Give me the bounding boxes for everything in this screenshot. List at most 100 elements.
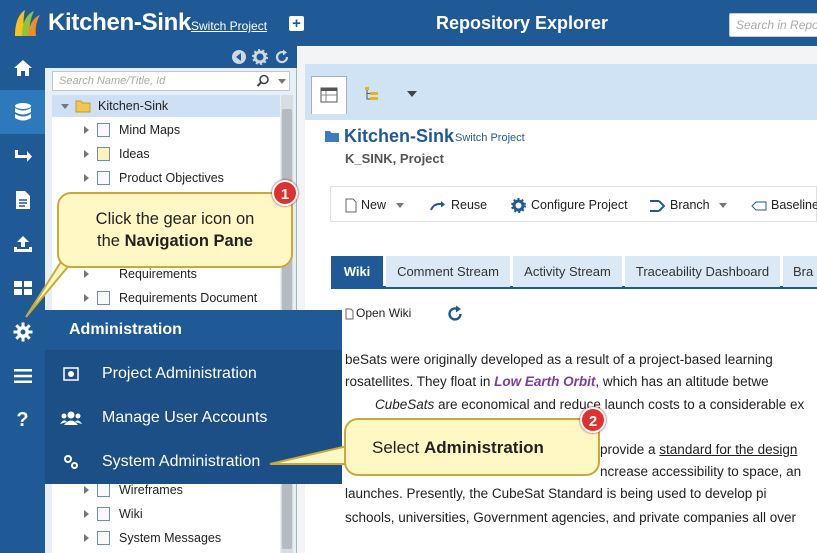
open-wiki-button[interactable]: Open Wiki bbox=[345, 306, 411, 320]
project-title: Kitchen-Sink bbox=[344, 126, 455, 146]
callout-text-line2: the Navigation Pane bbox=[59, 232, 291, 251]
wiki-icon bbox=[97, 507, 110, 521]
expand-icon[interactable] bbox=[84, 270, 89, 278]
expand-icon[interactable] bbox=[84, 534, 89, 542]
reuse-icon bbox=[430, 200, 445, 211]
callout-text-bold: Administration bbox=[423, 438, 544, 457]
folder-icon bbox=[325, 131, 339, 142]
tree-item-label: Mind Maps bbox=[119, 123, 181, 137]
lightbulb-icon bbox=[97, 147, 110, 161]
menu-item-manage-user-accounts[interactable]: Manage User Accounts bbox=[45, 396, 342, 440]
tree-item-label: Requirements Document bbox=[119, 291, 258, 305]
tree-item-label: System Messages bbox=[119, 531, 222, 545]
chevron-down-icon[interactable] bbox=[407, 91, 417, 97]
tree-item-ideas[interactable]: Ideas bbox=[52, 143, 280, 165]
tab-wiki[interactable]: Wiki bbox=[331, 256, 383, 287]
configure-project-label: Configure Project bbox=[531, 198, 628, 212]
chevron-down-icon bbox=[395, 203, 404, 209]
tree-view-icon[interactable] bbox=[363, 86, 381, 102]
tree-item-label: Wiki bbox=[119, 507, 143, 521]
tree-item-product-objectives[interactable]: Product Objectives bbox=[52, 167, 280, 189]
expand-icon[interactable] bbox=[84, 486, 89, 494]
wiki-text-cubesats: CubeSats bbox=[375, 397, 435, 412]
users-icon bbox=[60, 411, 82, 425]
top-bar: Kitchen-Sink Switch Project + Repository… bbox=[0, 0, 817, 46]
pin-icon bbox=[97, 171, 110, 185]
tree-item-mind-maps[interactable]: Mind Maps bbox=[52, 119, 280, 141]
document-list-icon bbox=[97, 291, 110, 305]
tree-search-input[interactable]: Search Name/Title, Id bbox=[52, 71, 290, 91]
tree-item-system-messages[interactable]: System Messages bbox=[52, 527, 280, 549]
expand-icon[interactable] bbox=[84, 126, 89, 134]
document-icon[interactable] bbox=[0, 178, 45, 222]
menu-item-label: Manage User Accounts bbox=[102, 409, 268, 426]
chevron-down-icon bbox=[719, 203, 728, 209]
administration-menu-header[interactable]: Administration bbox=[45, 310, 342, 350]
add-icon[interactable]: + bbox=[289, 16, 304, 31]
view-tab-strip bbox=[305, 64, 817, 120]
new-button-label: New bbox=[361, 198, 387, 212]
tree-item-root[interactable]: Kitchen-Sink bbox=[52, 95, 280, 117]
tree-item-label: Kitchen-Sink bbox=[98, 99, 169, 113]
refresh-icon[interactable] bbox=[274, 49, 290, 65]
help-icon[interactable]: ? bbox=[0, 398, 45, 442]
tab-branches[interactable]: Bra bbox=[783, 256, 817, 287]
wiki-link-standard[interactable]: standard for the design bbox=[659, 442, 797, 457]
tree-settings-gear-icon[interactable] bbox=[252, 49, 268, 65]
switch-project-link[interactable]: Switch Project bbox=[455, 132, 525, 144]
branch-button[interactable]: Branch bbox=[649, 187, 728, 223]
tree-item-label: Product Objectives bbox=[119, 171, 224, 185]
configure-project-button[interactable]: Configure Project bbox=[511, 187, 628, 223]
baseline-tag-icon bbox=[751, 201, 767, 211]
app-logo-icon bbox=[15, 10, 40, 36]
expand-icon[interactable] bbox=[84, 510, 89, 518]
wiki-text: are economical and reduce launch costs t… bbox=[434, 397, 805, 412]
callout-text-line: Select Administration bbox=[372, 438, 544, 458]
step-badge-2: 2 bbox=[580, 407, 606, 433]
collapse-left-icon[interactable] bbox=[231, 49, 247, 65]
search-icon[interactable] bbox=[256, 74, 270, 88]
menu-item-project-administration[interactable]: Project Administration bbox=[45, 352, 342, 396]
share-arrow-icon[interactable] bbox=[0, 134, 45, 178]
wiki-text: , which has an altitude betwe bbox=[595, 374, 769, 389]
expand-icon[interactable] bbox=[84, 294, 89, 302]
menu-icon[interactable] bbox=[0, 354, 45, 398]
expand-icon[interactable] bbox=[84, 150, 89, 158]
expand-icon[interactable] bbox=[84, 174, 89, 182]
new-button[interactable]: New bbox=[345, 187, 404, 223]
repository-search-input[interactable]: Search in Repo bbox=[729, 13, 817, 37]
tree-item-wiki[interactable]: Wiki bbox=[52, 503, 280, 525]
content-tabs: Wiki Comment Stream Activity Stream Trac… bbox=[331, 256, 817, 289]
baseline-button[interactable]: Baseline bbox=[751, 187, 817, 223]
tab-activity-stream[interactable]: Activity Stream bbox=[513, 256, 622, 287]
folder-icon bbox=[75, 100, 91, 113]
open-wiki-label: Open Wiki bbox=[356, 306, 412, 320]
callout-select-administration: Select Administration bbox=[344, 418, 600, 476]
document-icon bbox=[345, 308, 354, 320]
home-icon[interactable] bbox=[0, 46, 45, 90]
database-icon[interactable] bbox=[0, 90, 45, 134]
baseline-button-label: Baseline bbox=[771, 198, 817, 212]
tab-comment-stream[interactable]: Comment Stream bbox=[386, 256, 510, 287]
callout-text-bold: Navigation Pane bbox=[124, 232, 253, 250]
step-badge-1: 1 bbox=[272, 180, 298, 206]
wireframe-icon bbox=[97, 483, 110, 497]
tree-item-requirements-document[interactable]: Requirements Document bbox=[52, 287, 280, 309]
gear-icon bbox=[511, 198, 526, 214]
tab-project-view[interactable] bbox=[311, 76, 347, 114]
expand-icon[interactable] bbox=[61, 104, 69, 109]
branch-icon bbox=[650, 199, 666, 212]
callout-text: Select bbox=[372, 438, 424, 457]
tab-traceability-dashboard[interactable]: Traceability Dashboard bbox=[625, 256, 780, 287]
page-title: Repository Explorer bbox=[436, 13, 609, 33]
refresh-icon[interactable] bbox=[446, 305, 464, 323]
project-key: K_SINK, Project bbox=[345, 151, 444, 166]
wiki-link-low-earth-orbit[interactable]: Low Earth Orbit bbox=[494, 374, 595, 389]
wiki-line-1: beSats were originally developed as a re… bbox=[345, 352, 773, 367]
callout-text: the bbox=[97, 232, 125, 250]
reuse-button[interactable]: Reuse bbox=[430, 187, 487, 223]
project-settings-icon bbox=[63, 367, 79, 381]
switch-project-link[interactable]: Switch Project bbox=[191, 19, 267, 33]
chevron-down-icon[interactable] bbox=[278, 79, 286, 84]
wiki-text: provide a bbox=[600, 442, 660, 457]
